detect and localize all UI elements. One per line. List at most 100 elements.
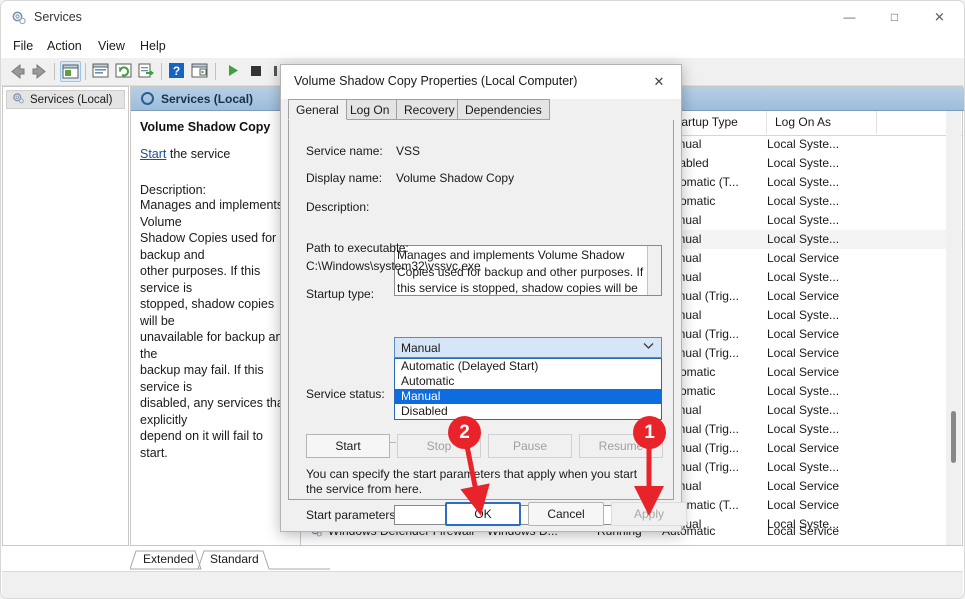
startup-option[interactable]: Automatic (Delayed Start) [395, 359, 661, 374]
row-logon-cell: Local Syste... [767, 213, 840, 227]
description-scrollbar[interactable] [647, 246, 661, 295]
row-logon-cell: Local Syste... [767, 384, 840, 398]
dialog-title: Volume Shadow Copy Properties (Local Com… [294, 74, 578, 88]
chevron-down-icon [643, 342, 654, 353]
content-pane-title: Services (Local) [161, 91, 254, 106]
startup-type-combobox[interactable]: Manual [394, 337, 662, 358]
display-name-label: Display name: [306, 171, 383, 185]
title-bar: Services — □ ✕ [1, 1, 964, 34]
row-logon-cell: Local Syste... [767, 194, 840, 208]
row-logon-cell: Local Syste... [767, 175, 840, 189]
close-icon: ✕ [653, 73, 665, 89]
toolbar-separator-1 [54, 63, 55, 80]
dialog-tab-strip: General Log On Recovery Dependencies [288, 99, 674, 121]
menu-help[interactable]: Help [134, 36, 172, 56]
ok-button[interactable]: OK [445, 502, 521, 526]
detail-action-suffix: the service [166, 147, 231, 161]
status-bar [2, 571, 963, 598]
description-label: Description: [306, 200, 370, 214]
maximize-icon: □ [890, 10, 899, 24]
toolbar-separator-2 [85, 63, 86, 80]
row-logon-cell: Local Syste... [767, 403, 840, 417]
services-gear-icon [11, 10, 27, 26]
menu-bar: File Action View Help [1, 34, 964, 58]
startup-type-dropdown-list[interactable]: Automatic (Delayed Start) Automatic Manual… [394, 358, 662, 420]
tab-dependencies[interactable]: Dependencies [457, 99, 550, 120]
view-tabs: Extended Standard [130, 550, 963, 570]
detail-service-name: Volume Shadow Copy [140, 120, 271, 134]
minimize-button[interactable]: — [827, 1, 872, 33]
tab-recovery[interactable]: Recovery [396, 99, 463, 120]
tab-log-on[interactable]: Log On [342, 99, 398, 120]
row-logon-cell: Local Service [767, 441, 840, 455]
list-vertical-scrollbar[interactable] [946, 111, 961, 545]
tab-general[interactable]: General [288, 99, 347, 120]
svg-text:?: ? [173, 64, 180, 78]
help-icon[interactable]: ? [167, 61, 188, 82]
close-button[interactable]: ✕ [917, 1, 962, 33]
service-name-label: Service name: [306, 144, 383, 158]
forward-icon[interactable] [29, 61, 50, 82]
export-list-icon[interactable] [137, 61, 158, 82]
menu-file[interactable]: File [7, 36, 39, 56]
startup-type-label: Startup type: [306, 287, 375, 301]
service-properties-dialog: Volume Shadow Copy Properties (Local Com… [280, 64, 687, 532]
row-logon-cell: Local Syste... [767, 232, 840, 246]
tree-item-label: Services (Local) [30, 93, 113, 106]
startup-option[interactable]: Automatic [395, 374, 661, 389]
toolbar-separator-3 [161, 63, 162, 80]
services-window: Services — □ ✕ File Action View Help ? S… [0, 0, 965, 599]
services-gear-icon [12, 92, 25, 108]
start-service-link[interactable]: Start [140, 147, 166, 161]
menu-view[interactable]: View [92, 36, 131, 56]
row-logon-cell: Local Service [767, 346, 840, 360]
window-title: Services [34, 10, 82, 24]
service-status-label: Service status: [306, 387, 385, 401]
cancel-button[interactable]: Cancel [528, 502, 604, 526]
tab-outline [130, 550, 330, 570]
start-service-icon[interactable] [223, 61, 244, 82]
scrollbar-thumb[interactable] [951, 411, 956, 463]
annotation-badge-2: 2 [448, 416, 481, 449]
apply-button: Apply [611, 502, 687, 526]
pause-button: Pause [488, 434, 572, 458]
minimize-icon: — [843, 10, 856, 24]
display-name-value: Volume Shadow Copy [396, 171, 515, 185]
toolbar-separator-4 [215, 63, 216, 80]
row-logon-cell: Local Service [767, 479, 840, 493]
menu-action[interactable]: Action [41, 36, 88, 56]
properties-icon[interactable] [91, 61, 112, 82]
row-logon-cell: Local Syste... [767, 270, 840, 284]
stop-service-icon[interactable] [246, 61, 267, 82]
start-button[interactable]: Start [306, 434, 390, 458]
startup-option[interactable]: Manual [395, 389, 661, 404]
dialog-close-button[interactable]: ✕ [637, 65, 681, 98]
row-logon-cell: Local Service [767, 365, 840, 379]
close-icon: ✕ [934, 9, 945, 25]
detail-action-line: Start the service [140, 147, 294, 161]
row-logon-cell: Local Service [767, 498, 840, 512]
services-gear-icon [141, 92, 154, 105]
row-logon-cell: Local Syste... [767, 156, 840, 170]
dialog-title-bar: Volume Shadow Copy Properties (Local Com… [281, 65, 681, 99]
dialog-footer: OK Cancel Apply [281, 502, 687, 532]
tree-item-services-local[interactable]: Services (Local) [6, 90, 125, 109]
row-logon-cell: Local Syste... [767, 460, 840, 474]
startup-option[interactable]: Disabled [395, 404, 661, 419]
service-name-value: VSS [396, 144, 421, 158]
detail-description-label: Description: [140, 183, 206, 197]
path-to-executable-label: Path to executable: [306, 241, 409, 255]
back-icon[interactable] [7, 61, 28, 82]
detail-description-text: Manages and implements Volume Shadow Cop… [140, 198, 290, 460]
start-parameters-help-text: You can specify the start parameters tha… [306, 467, 638, 496]
show-action-pane-icon[interactable] [190, 61, 211, 82]
path-to-executable-value: C:\Windows\system32\vssvc.exe [306, 259, 481, 273]
row-logon-cell: Local Syste... [767, 308, 840, 322]
console-tree-pane: Services (Local) [2, 86, 129, 546]
maximize-button[interactable]: □ [872, 1, 917, 33]
refresh-icon[interactable] [114, 61, 135, 82]
column-header-log-on-as[interactable]: Log On As [767, 111, 877, 134]
row-logon-cell: Local Service [767, 327, 840, 341]
show-hide-console-tree-icon[interactable] [60, 61, 81, 82]
row-logon-cell: Local Service [767, 289, 840, 303]
